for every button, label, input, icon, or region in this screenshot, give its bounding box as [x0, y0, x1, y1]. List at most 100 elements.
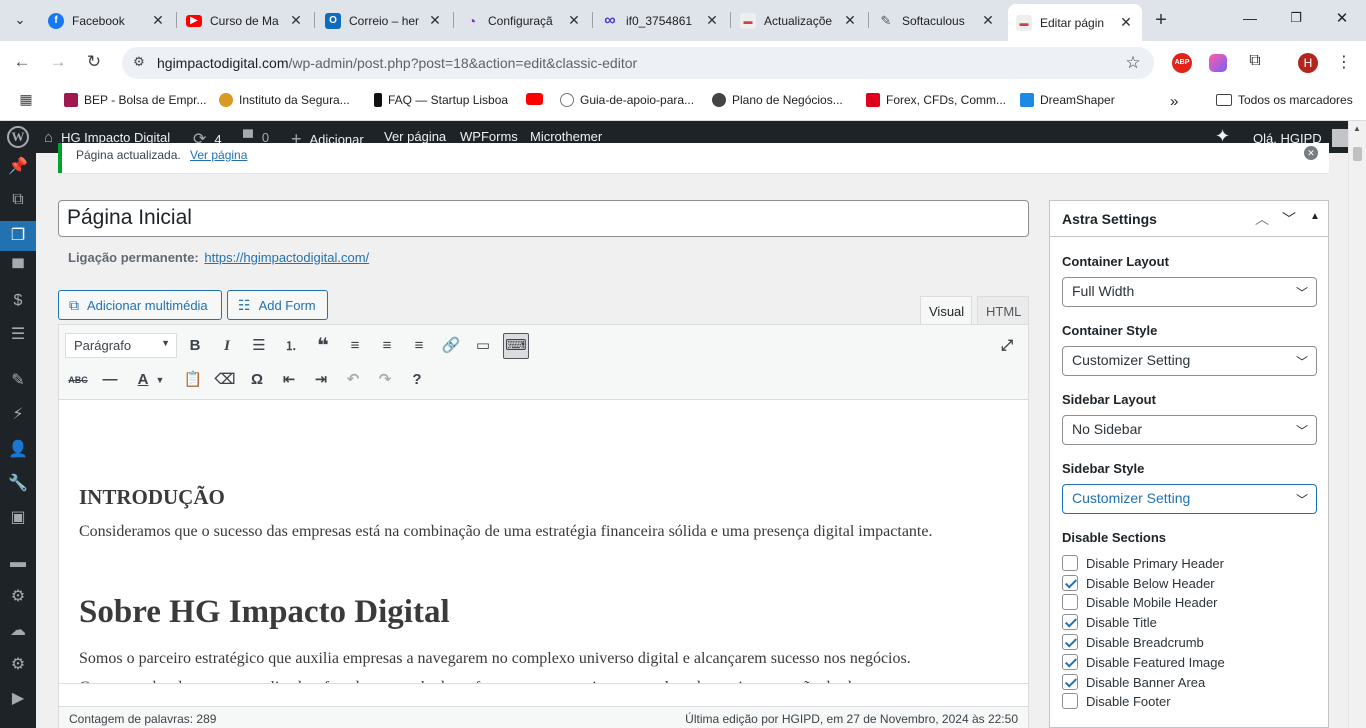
back-icon[interactable]: ←: [12, 52, 32, 72]
bold-icon[interactable]: B: [183, 334, 207, 358]
strikethrough-icon[interactable]: ABC: [66, 368, 90, 392]
container-style-select[interactable]: Customizer Setting ﹀: [1062, 346, 1317, 376]
browser-tab-facebook[interactable]: f Facebook ✕: [40, 6, 174, 35]
disable-footer-checkbox[interactable]: Disable Footer: [1062, 693, 1171, 709]
new-tab-icon[interactable]: +: [1150, 9, 1172, 31]
media-icon[interactable]: ⧉: [8, 190, 28, 210]
tools-icon[interactable]: 🔧: [8, 474, 28, 494]
pages-icon[interactable]: ❐: [8, 226, 28, 246]
disable-title-checkbox[interactable]: Disable Title: [1062, 614, 1157, 630]
bookmark-star-icon[interactable]: ☆: [1123, 53, 1143, 73]
settings-grid-icon[interactable]: ▣: [8, 508, 28, 528]
redo-icon[interactable]: ↷: [373, 368, 397, 392]
bullet-list-icon[interactable]: ☰: [247, 334, 271, 358]
appearance-icon[interactable]: ✎: [8, 371, 28, 391]
adminbar-wpforms[interactable]: WPForms: [460, 129, 518, 144]
link-icon[interactable]: 🔗: [439, 334, 463, 358]
close-icon[interactable]: ✕: [704, 12, 720, 29]
checkbox-box[interactable]: [1062, 594, 1078, 610]
help-icon[interactable]: ?: [405, 368, 429, 392]
extension-gradient-icon[interactable]: [1209, 54, 1227, 72]
site-info-icon[interactable]: ⚙: [130, 54, 148, 72]
close-icon[interactable]: ✕: [566, 12, 582, 29]
container-layout-select[interactable]: Full Width ﹀: [1062, 277, 1317, 307]
bookmark-dreamshaper[interactable]: DreamShaper: [1020, 93, 1115, 107]
collapse-menu-icon[interactable]: ▶: [8, 689, 28, 709]
align-left-icon[interactable]: ≡: [343, 334, 367, 358]
indent-icon[interactable]: ⇥: [309, 368, 333, 392]
restore-icon[interactable]: ❐: [1286, 10, 1306, 30]
align-right-icon[interactable]: ≡: [407, 334, 431, 358]
bookmark-plano[interactable]: Plano de Negócios...: [712, 93, 843, 107]
disable-breadcrumb-checkbox[interactable]: Disable Breadcrumb: [1062, 634, 1204, 650]
close-icon[interactable]: ✕: [150, 12, 166, 29]
fullscreen-icon[interactable]: ⤢: [995, 334, 1019, 358]
text-color-dropdown-icon[interactable]: ▼: [153, 368, 167, 392]
checkbox-box[interactable]: [1062, 614, 1078, 630]
post-title-input[interactable]: Página Inicial: [58, 200, 1029, 237]
tab-search-icon[interactable]: ⌄: [10, 10, 30, 30]
checkbox-box[interactable]: [1062, 654, 1078, 670]
pin-icon[interactable]: 📌: [8, 157, 28, 177]
add-media-button[interactable]: ⧉ Adicionar multimédia: [58, 290, 222, 320]
extensions-puzzle-icon[interactable]: ⧉: [1245, 52, 1265, 72]
disable-primary-header-checkbox[interactable]: Disable Primary Header: [1062, 555, 1224, 571]
close-icon[interactable]: ✕: [1118, 14, 1134, 31]
add-form-button[interactable]: ☷ Add Form: [227, 290, 328, 320]
notice-view-link[interactable]: Ver página: [190, 148, 247, 162]
permalink-link[interactable]: https://hgimpactodigital.com/: [204, 250, 369, 265]
checkbox-box[interactable]: [1062, 555, 1078, 571]
folder-menu-icon[interactable]: ▬: [8, 553, 28, 573]
close-icon[interactable]: ✕: [427, 12, 443, 29]
adblock-icon[interactable]: ABP: [1172, 53, 1192, 73]
page-scrollbar[interactable]: ▲: [1348, 121, 1366, 728]
bookmark-bep[interactable]: BEP - Bolsa de Empr...: [64, 93, 207, 107]
adminbar-view-page[interactable]: Ver página: [384, 129, 446, 144]
minimize-icon[interactable]: —: [1240, 10, 1260, 30]
italic-icon[interactable]: I: [215, 334, 239, 358]
paste-text-icon[interactable]: 📋: [181, 368, 205, 392]
browser-tab-softaculous[interactable]: ✎ Softaculous ✕: [870, 6, 1004, 35]
browser-tab-updates[interactable]: ▬ Actualizaçõe ✕: [732, 6, 866, 35]
wordpress-logo-icon[interactable]: W: [7, 126, 29, 148]
read-more-icon[interactable]: ▭: [471, 334, 495, 358]
softaculous-menu-icon[interactable]: $: [8, 291, 28, 311]
wpforms-icon[interactable]: ☰: [8, 325, 28, 345]
bookmark-youtube[interactable]: [526, 93, 549, 105]
window-close-icon[interactable]: ✕: [1332, 9, 1352, 29]
horizontal-line-icon[interactable]: —: [98, 368, 122, 392]
dismiss-icon[interactable]: ✕: [1304, 146, 1318, 160]
reload-icon[interactable]: ↻: [84, 52, 104, 72]
sidebar-layout-select[interactable]: No Sidebar ﹀: [1062, 415, 1317, 445]
browser-tab-infinity[interactable]: ∞ if0_3754861 ✕: [594, 6, 728, 35]
bookmark-faq-startup[interactable]: FAQ — Startup Lisboa: [374, 93, 508, 107]
numbered-list-icon[interactable]: ⒈: [279, 334, 303, 358]
close-icon[interactable]: ✕: [980, 12, 996, 29]
disable-banner-area-checkbox[interactable]: Disable Banner Area: [1062, 674, 1205, 690]
plugins-icon[interactable]: ⚡: [8, 405, 28, 425]
browser-tab-outlook[interactable]: O Correio – her ✕: [317, 6, 451, 35]
checkbox-box[interactable]: [1062, 575, 1078, 591]
profile-avatar[interactable]: H: [1298, 53, 1318, 73]
disable-below-header-checkbox[interactable]: Disable Below Header: [1062, 575, 1215, 591]
move-down-icon[interactable]: ﹀: [1282, 209, 1296, 229]
disable-mobile-header-checkbox[interactable]: Disable Mobile Header: [1062, 594, 1218, 610]
adminbar-microthemer[interactable]: Microthemer: [530, 129, 602, 144]
text-color-icon[interactable]: A: [131, 368, 155, 392]
bookmark-forex[interactable]: Forex, CFDs, Comm...: [866, 93, 1006, 107]
browser-tab-youtube[interactable]: ▶ Curso de Ma ✕: [178, 6, 312, 35]
browser-tab-config[interactable]: ◔ Configuraçã ✕: [456, 6, 590, 35]
url-text[interactable]: hgimpactodigital.com/wp-admin/post.php?p…: [157, 55, 637, 71]
browser-menu-icon[interactable]: ⋮: [1334, 52, 1354, 72]
align-center-icon[interactable]: ≡: [375, 334, 399, 358]
comments-icon[interactable]: ▀: [8, 259, 28, 279]
bookmark-instituto[interactable]: Instituto da Segura...: [219, 93, 350, 107]
checkbox-box[interactable]: [1062, 674, 1078, 690]
apps-grid-icon[interactable]: ▦: [18, 91, 34, 107]
clear-formatting-icon[interactable]: ⌫: [213, 368, 237, 392]
forward-icon[interactable]: →: [48, 52, 68, 72]
checkbox-box[interactable]: [1062, 693, 1078, 709]
users-icon[interactable]: 👤: [8, 440, 28, 460]
checkbox-box[interactable]: [1062, 634, 1078, 650]
cog-icon[interactable]: ⚙: [8, 655, 28, 675]
